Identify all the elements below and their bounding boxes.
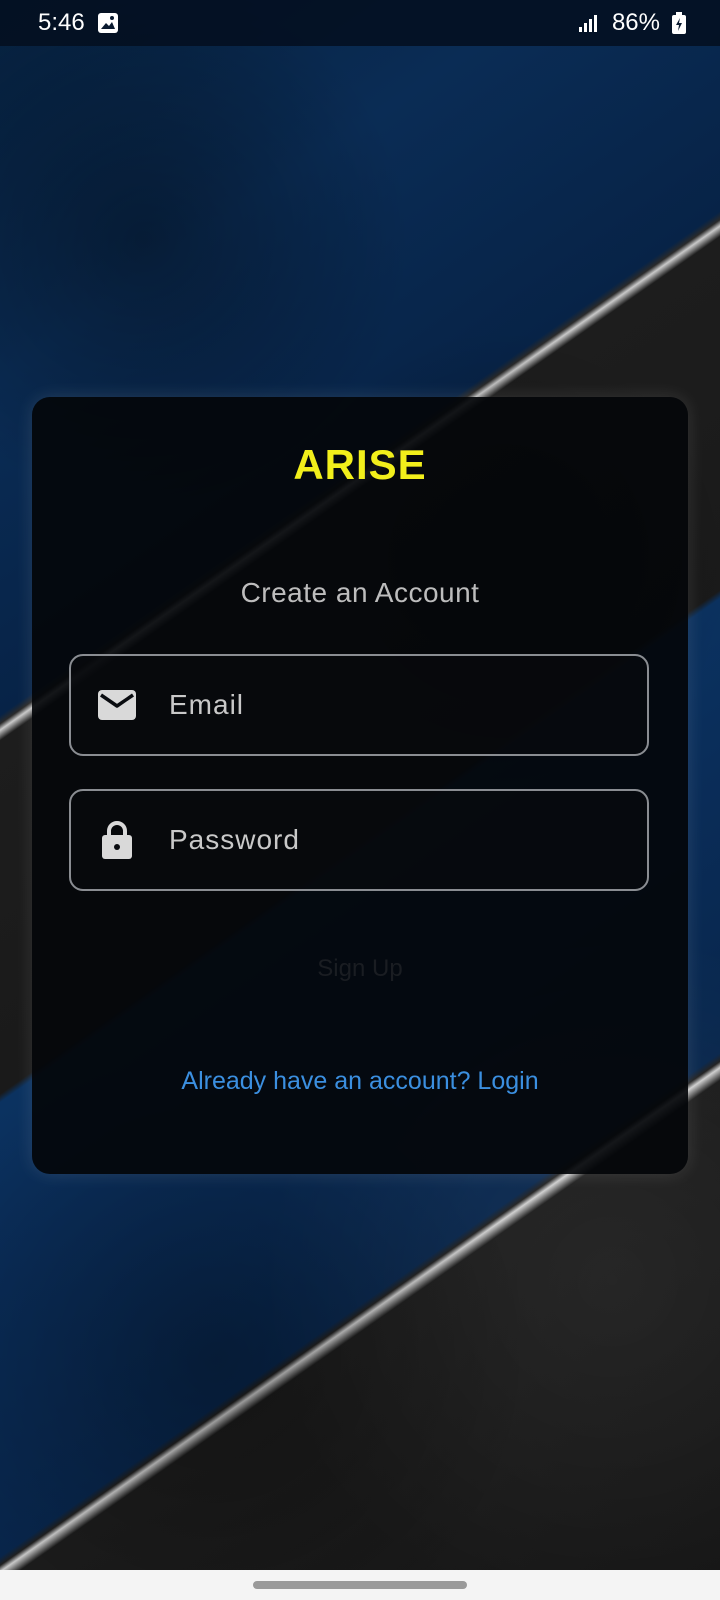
mail-icon: [95, 683, 139, 727]
navigation-bar: [0, 1570, 720, 1600]
email-field[interactable]: [69, 654, 649, 756]
status-time: 5:46: [38, 9, 85, 36]
email-input[interactable]: [167, 688, 647, 722]
signup-button[interactable]: Sign Up: [252, 937, 468, 1001]
signup-card: ARISE Create an Account Sign Up: [32, 397, 688, 1174]
home-indicator[interactable]: [253, 1581, 467, 1589]
status-left: 5:46: [38, 9, 119, 37]
gallery-icon: [97, 12, 119, 34]
battery-percent: 86%: [611, 9, 660, 36]
signal-icon: [578, 13, 600, 33]
page-subtitle: Create an Account: [240, 577, 480, 608]
status-bar: 5:46 86%: [0, 0, 720, 46]
login-link[interactable]: Already have an account? Login: [32, 1067, 688, 1096]
status-right: 86%: [578, 9, 686, 37]
battery-charging-icon: [672, 12, 686, 34]
password-field[interactable]: [69, 789, 649, 891]
password-input[interactable]: [167, 823, 647, 857]
signup-screen: 5:46 86% ARISE Create an Account Email S…: [0, 0, 720, 1600]
app-title: ARISE: [293, 441, 427, 488]
lock-icon: [95, 818, 139, 862]
